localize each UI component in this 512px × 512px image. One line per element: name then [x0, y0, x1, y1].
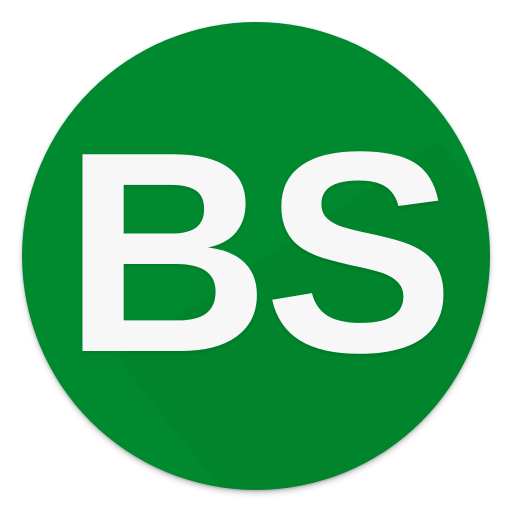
app-icon-badge: BS: [22, 22, 490, 490]
monogram-container: BS: [22, 22, 490, 490]
app-icon-canvas: BS: [0, 0, 512, 512]
monogram-text: BS: [63, 92, 454, 412]
